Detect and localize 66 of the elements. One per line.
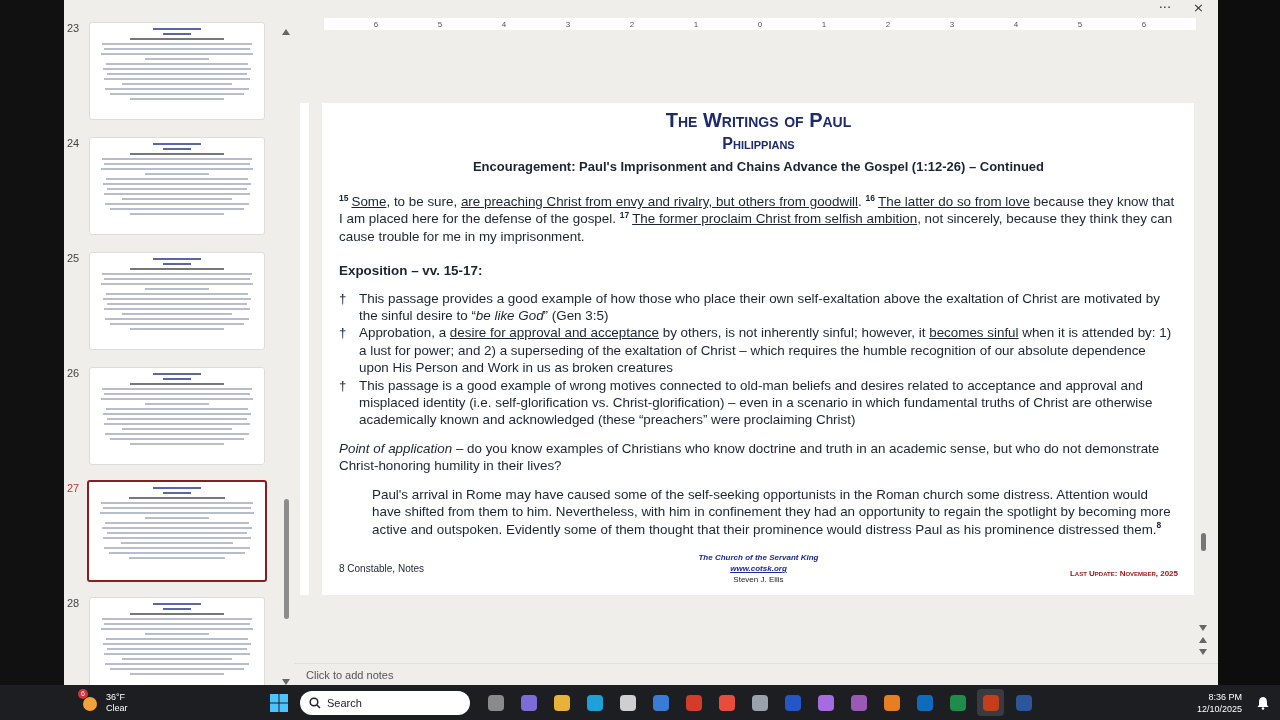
windows-logo-icon[interactable] [270, 693, 288, 712]
ruler-number: 3 [565, 19, 571, 29]
bell-icon[interactable] [1256, 695, 1270, 710]
app-icon [585, 693, 604, 712]
quote-paragraph: Paul's arrival in Rome may have caused some of the self-seeking opportunists in the Roman church some distress. Attention would have shifted from them to him. Nevertheless, with him in confinement they had an opportunity to regain the spotlight by becoming more active and outspoken. Evidently some of them thought that their prominence would distress Paul as his prominence distressed them.$^{8}$ [372, 485, 1172, 538]
ruler-number: 4 [1013, 19, 1019, 29]
ruler-number: 5 [437, 19, 443, 29]
ruler-number: 3 [949, 19, 955, 29]
app-icon [816, 693, 835, 712]
application-paragraph: Point of application – do you know examples of Christians who know doctrine and truth in an academic sense, but who do not demonstrate Christ-honoring humility in their lives? [339, 439, 1161, 475]
more-options-button[interactable]: ··· [1156, 1, 1174, 14]
ruler-number: 4 [501, 19, 507, 29]
website-link[interactable]: www.cotsk.org [730, 563, 787, 574]
slide-subtitle: Philippians [721, 134, 796, 154]
footnote: 8 Constable, Notes [339, 562, 426, 576]
app-icon [552, 693, 571, 712]
search-field[interactable]: Search [300, 690, 470, 715]
app-icon [717, 693, 736, 712]
slide-number: 23 [66, 22, 81, 34]
slide-number: 25 [66, 252, 81, 264]
temperature: 36°F [106, 691, 127, 703]
weather-condition: Clear [106, 702, 128, 714]
slide-number: 24 [66, 137, 81, 149]
ruler-number: 2 [629, 19, 635, 29]
app-icon [1014, 693, 1033, 712]
ruler-number: 1 [693, 19, 699, 29]
app-icon [981, 693, 1000, 712]
slide-thumbnail[interactable] [87, 480, 267, 582]
scripture-paragraph: $^{15}$ Some, to be sure, are preaching Christ from envy and rivalry, but others from goodwill. $^{16}$ The latter do so from love because they know that I am placed here for the defense of the gospel. $^{17}$ The former proclaim Christ from selfish ambition, not sincerely, because they think they can cause trouble for me in my imprisonment. [339, 193, 1176, 246]
clock-time: 8:36 PM [1208, 690, 1242, 703]
notes-field[interactable]: Click to add notes [304, 667, 504, 682]
bullet-text: This passage provides a good example of how those who place their own self-exaltation above the exaltation of Christ are motivated by the sinful desire to “be like God” (Gen 3:5) [359, 289, 1161, 325]
ruler-number: 6 [373, 19, 379, 29]
section-heading: Encouragement: Paul's Imprisonment and Chains Advance the Gospel (1:12-26) – Continued [471, 158, 1046, 176]
app-icon [618, 693, 637, 712]
app-icon [486, 693, 505, 712]
bullet-text: Approbation, a desire for approval and acceptance by others, is not inherently sinful; however, it becomes sinful when it is attended by: 1) a lust for power; and 2) a superseding of the exaltation of Christ – which requires the humble recognition of our absolute dependence upon His Person and Work in us as broken creatures [359, 324, 1173, 377]
ruler-number: 0 [757, 19, 763, 29]
search-icon [309, 696, 321, 709]
last-update: Last Update: November, 2025 [1069, 568, 1178, 580]
bullet-marker: † [339, 376, 348, 395]
app-icon [882, 693, 901, 712]
slide-title: The Writings of Paul [664, 108, 853, 133]
slide-number: 28 [66, 597, 81, 609]
church-name: The Church of the Servant King [698, 552, 819, 563]
app-icon [783, 693, 802, 712]
author-name: Steven J. Ellis [733, 574, 784, 585]
ruler-number: 2 [885, 19, 891, 29]
ruler-number: 6 [1141, 19, 1147, 29]
bullet-marker: † [339, 324, 348, 343]
app-icon [849, 693, 868, 712]
app-icon [750, 693, 769, 712]
ruler-number: 1 [821, 19, 827, 29]
app-icon [684, 693, 703, 712]
bullet-marker: † [339, 289, 348, 308]
bullet-text: This passage is a good example of wrong motives connected to old-man beliefs and desires related to acceptance and approval and misplaced identity (i.e. self-glorification vs. Christ-glorification) – even in a scenario in which fundamental truths of Christ are otherwise academically known and acknowledged (these “preachers” were proclaiming Christ) [359, 376, 1154, 429]
clock-date: 12/10/2025 [1196, 702, 1242, 715]
app-icon [519, 693, 538, 712]
close-button[interactable]: × [1191, 1, 1206, 14]
slide-number: 27 [66, 482, 81, 494]
app-icon [915, 693, 934, 712]
app-icon [948, 693, 967, 712]
slide-number: 26 [66, 367, 81, 379]
app-icon [651, 693, 670, 712]
ruler-number: 5 [1077, 19, 1083, 29]
exposition-heading: Exposition – vv. 15-17: [339, 262, 484, 280]
